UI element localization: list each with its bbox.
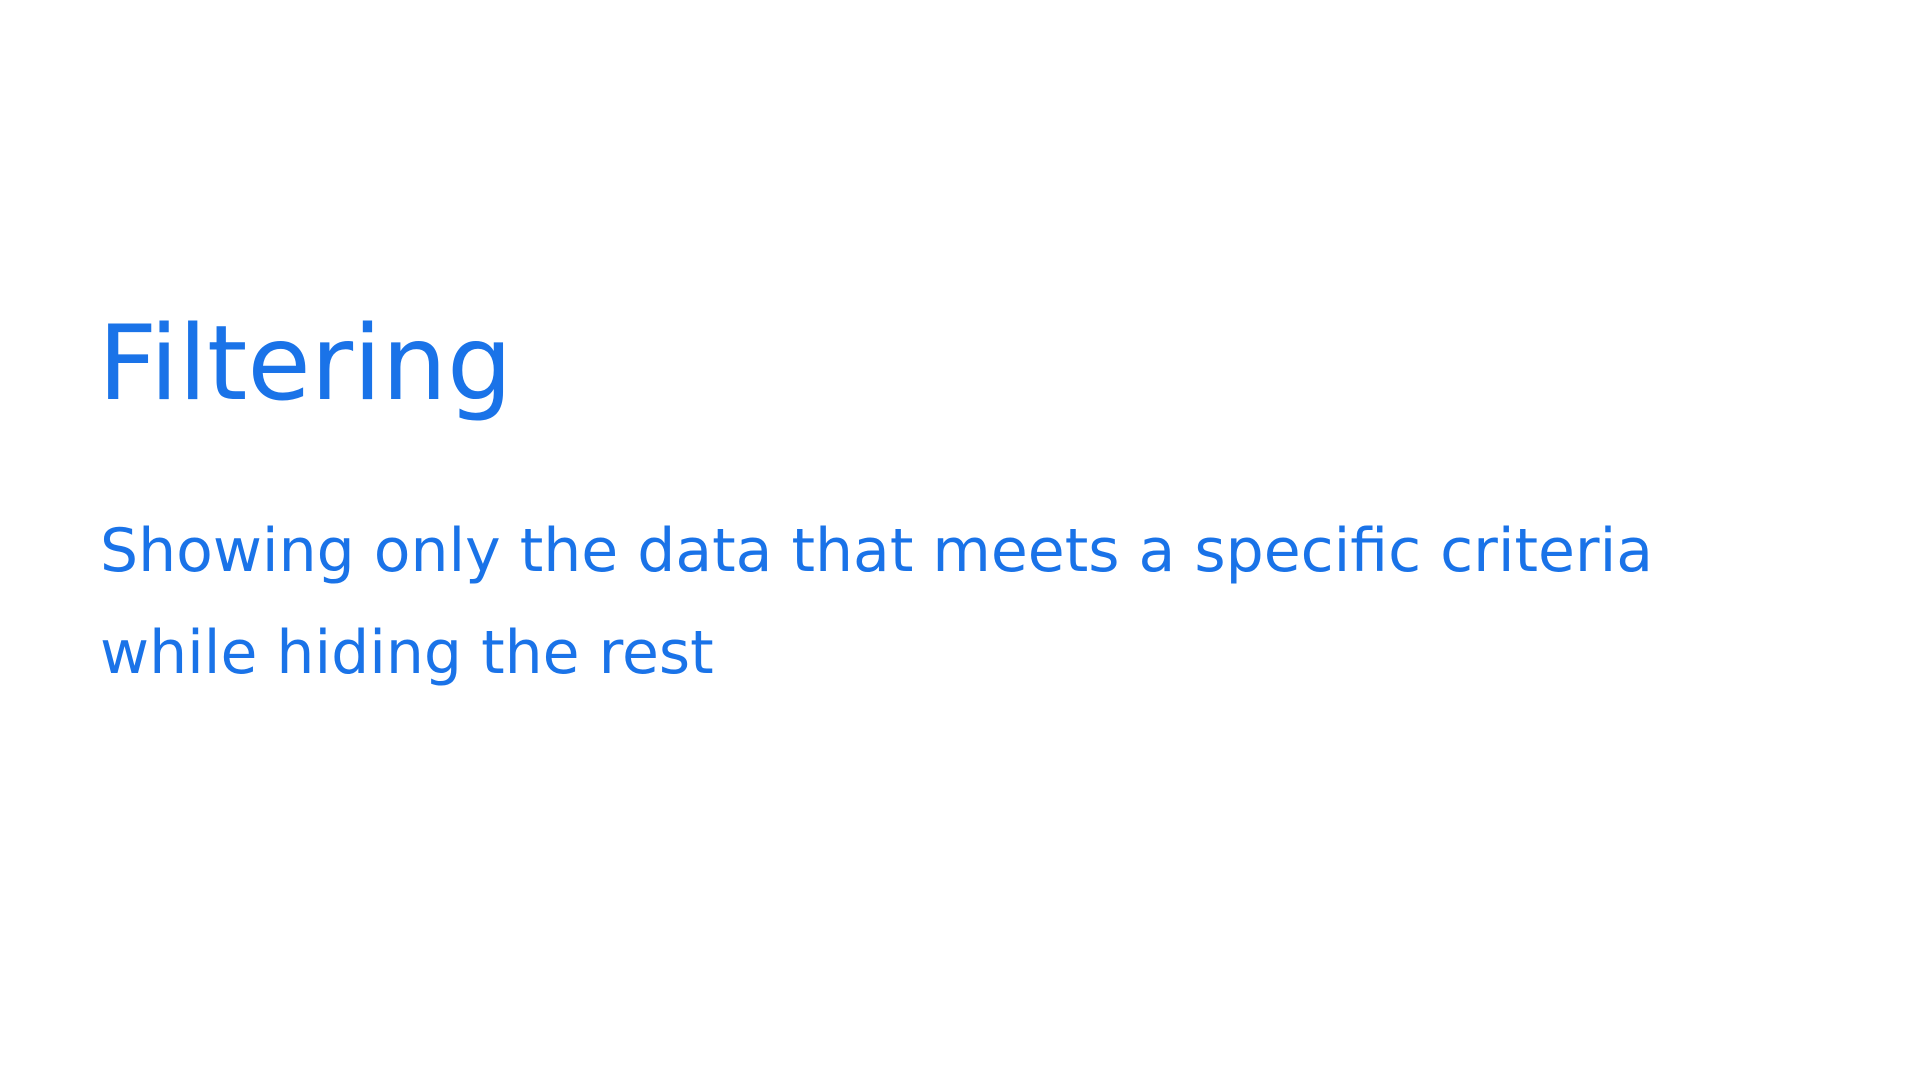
slide-title: Filtering [98, 304, 513, 424]
body-line-2: while hiding the rest [100, 618, 714, 688]
slide: Filtering Showing only the data that mee… [0, 0, 1920, 1080]
slide-body-text: Showing only the data that meets a speci… [100, 500, 1860, 704]
body-line-1: Showing only the data that meets a speci… [100, 516, 1654, 586]
